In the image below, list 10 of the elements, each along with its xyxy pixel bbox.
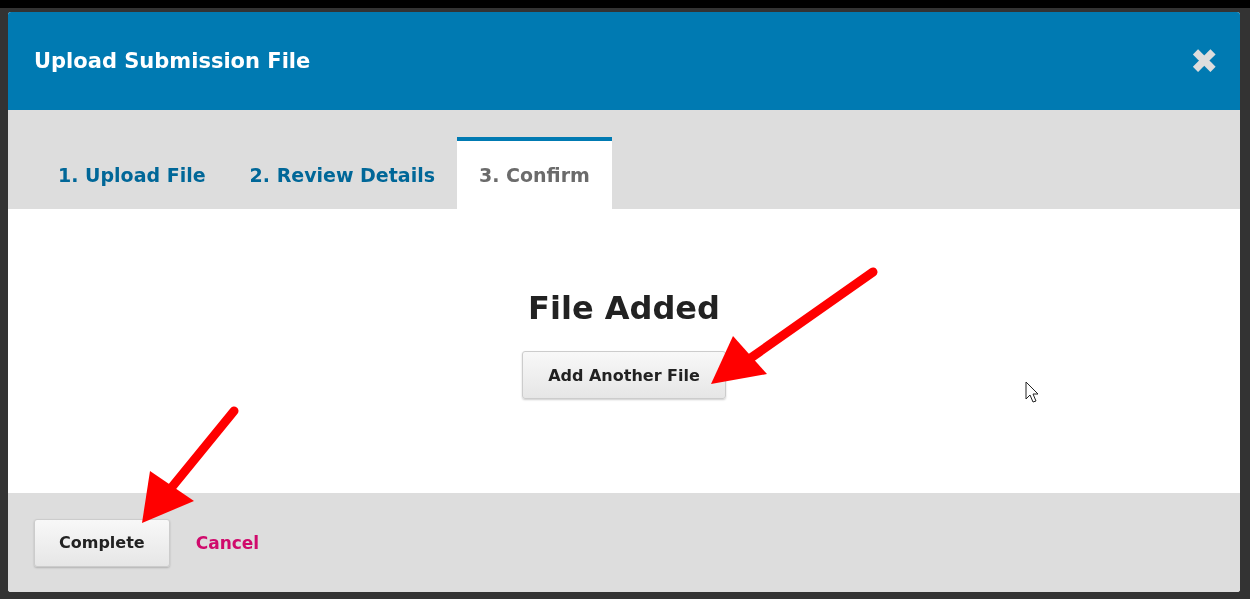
modal-title: Upload Submission File (34, 49, 311, 73)
add-file-button[interactable]: Add Another File (522, 351, 726, 399)
cursor-icon (1025, 381, 1041, 405)
step-tab[interactable]: 1. Upload File (36, 137, 228, 209)
close-button[interactable]: ✖ (1190, 44, 1218, 78)
complete-button[interactable]: Complete (34, 518, 170, 567)
status-heading: File Added (528, 289, 720, 327)
step-tab[interactable]: 3. Confirm (457, 137, 612, 209)
cancel-link[interactable]: Cancel (195, 532, 260, 553)
step-tab[interactable]: 2. Review Details (227, 137, 457, 209)
